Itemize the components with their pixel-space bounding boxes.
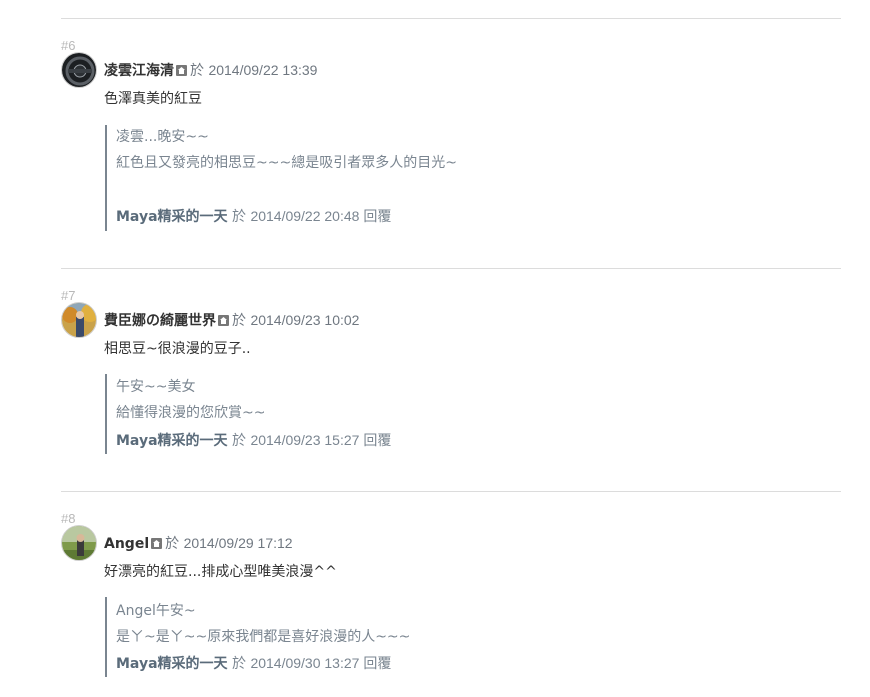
reply-date-prefix: 於: [231, 208, 246, 224]
comment-item: #7 費臣娜の綺麗世界於 2014/09/23 10:02 相思豆~很浪漫的豆子…: [61, 288, 841, 468]
divider: [61, 18, 841, 19]
comment-author[interactable]: 凌雲江海清: [104, 63, 174, 79]
comment-author[interactable]: 費臣娜の綺麗世界: [104, 313, 216, 329]
reply-footer: Maya精采的一天 於 2014/09/23 15:27 回覆: [116, 431, 391, 450]
reply-line: 紅色且又發亮的相思豆~~~總是吸引者眾多人的目光~: [116, 155, 457, 171]
comment-date: 2014/09/29 17:12: [183, 535, 293, 551]
comment-meta: Angel 於 2014/09/29 17:12: [104, 534, 293, 553]
comment-number: #7: [61, 288, 76, 303]
reply-line: 是ㄚ~是ㄚ~~原來我們都是喜好浪漫的人~~~: [116, 629, 411, 645]
date-prefix: 於: [232, 312, 246, 328]
reply-date-prefix: 於: [231, 432, 246, 448]
reply-date: 2014/09/30 13:27 回覆: [250, 655, 392, 671]
comment-item: #8 Angel 於 2014/09/29 17:12 好漂亮的紅豆...排成心型…: [61, 511, 841, 697]
comment-text: 色澤真美的紅豆: [104, 91, 202, 107]
comment-meta: 凌雲江海清於 2014/09/22 13:39: [104, 61, 317, 80]
avatar[interactable]: [61, 302, 97, 338]
comment-text: 相思豆~很浪漫的豆子..: [104, 341, 251, 357]
comment-date: 2014/09/22 13:39: [208, 62, 318, 78]
reply-footer: Maya精采的一天 於 2014/09/30 13:27 回覆: [116, 654, 391, 673]
reply-block: Angel午安~ 是ㄚ~是ㄚ~~原來我們都是喜好浪漫的人~~~ Maya精采的一…: [105, 597, 410, 677]
date-prefix: 於: [190, 62, 204, 78]
comment-number: #6: [61, 38, 76, 53]
reply-date: 2014/09/22 20:48 回覆: [250, 208, 392, 224]
reply-author[interactable]: Maya精采的一天: [116, 209, 228, 225]
divider: [61, 491, 841, 492]
reply-line: 凌雲...晚安~~: [116, 129, 209, 145]
reply-line: 給懂得浪漫的您欣賞~~: [116, 405, 266, 421]
comment-number: #8: [61, 511, 76, 526]
home-icon[interactable]: [218, 315, 229, 326]
reply-date: 2014/09/23 15:27 回覆: [250, 432, 392, 448]
date-prefix: 於: [165, 535, 180, 551]
comment-text: 好漂亮的紅豆...排成心型唯美浪漫^^: [104, 564, 337, 580]
reply-footer: Maya精采的一天 於 2014/09/22 20:48 回覆: [116, 207, 391, 226]
reply-block: 凌雲...晚安~~ 紅色且又發亮的相思豆~~~總是吸引者眾多人的目光~ Maya…: [105, 125, 457, 231]
avatar[interactable]: [61, 52, 97, 88]
reply-line: 午安~~美女: [116, 379, 196, 395]
reply-block: 午安~~美女 給懂得浪漫的您欣賞~~ Maya精采的一天 於 2014/09/2…: [105, 374, 391, 454]
reply-author[interactable]: Maya精采的一天: [116, 433, 228, 449]
comment-date: 2014/09/23 10:02: [250, 312, 360, 328]
comment-item: #6 凌雲江海清於 2014/09/22 13:39 色澤真美的紅豆 凌雲...…: [61, 38, 841, 238]
reply-line: Angel午安~: [116, 603, 196, 619]
reply-date-prefix: 於: [231, 655, 246, 671]
home-icon[interactable]: [176, 65, 187, 76]
avatar[interactable]: [61, 525, 97, 561]
comment-meta: 費臣娜の綺麗世界於 2014/09/23 10:02: [104, 311, 359, 330]
divider: [61, 268, 841, 269]
home-icon[interactable]: [151, 538, 163, 549]
comment-author[interactable]: Angel: [104, 536, 149, 552]
reply-author[interactable]: Maya精采的一天: [116, 656, 228, 672]
